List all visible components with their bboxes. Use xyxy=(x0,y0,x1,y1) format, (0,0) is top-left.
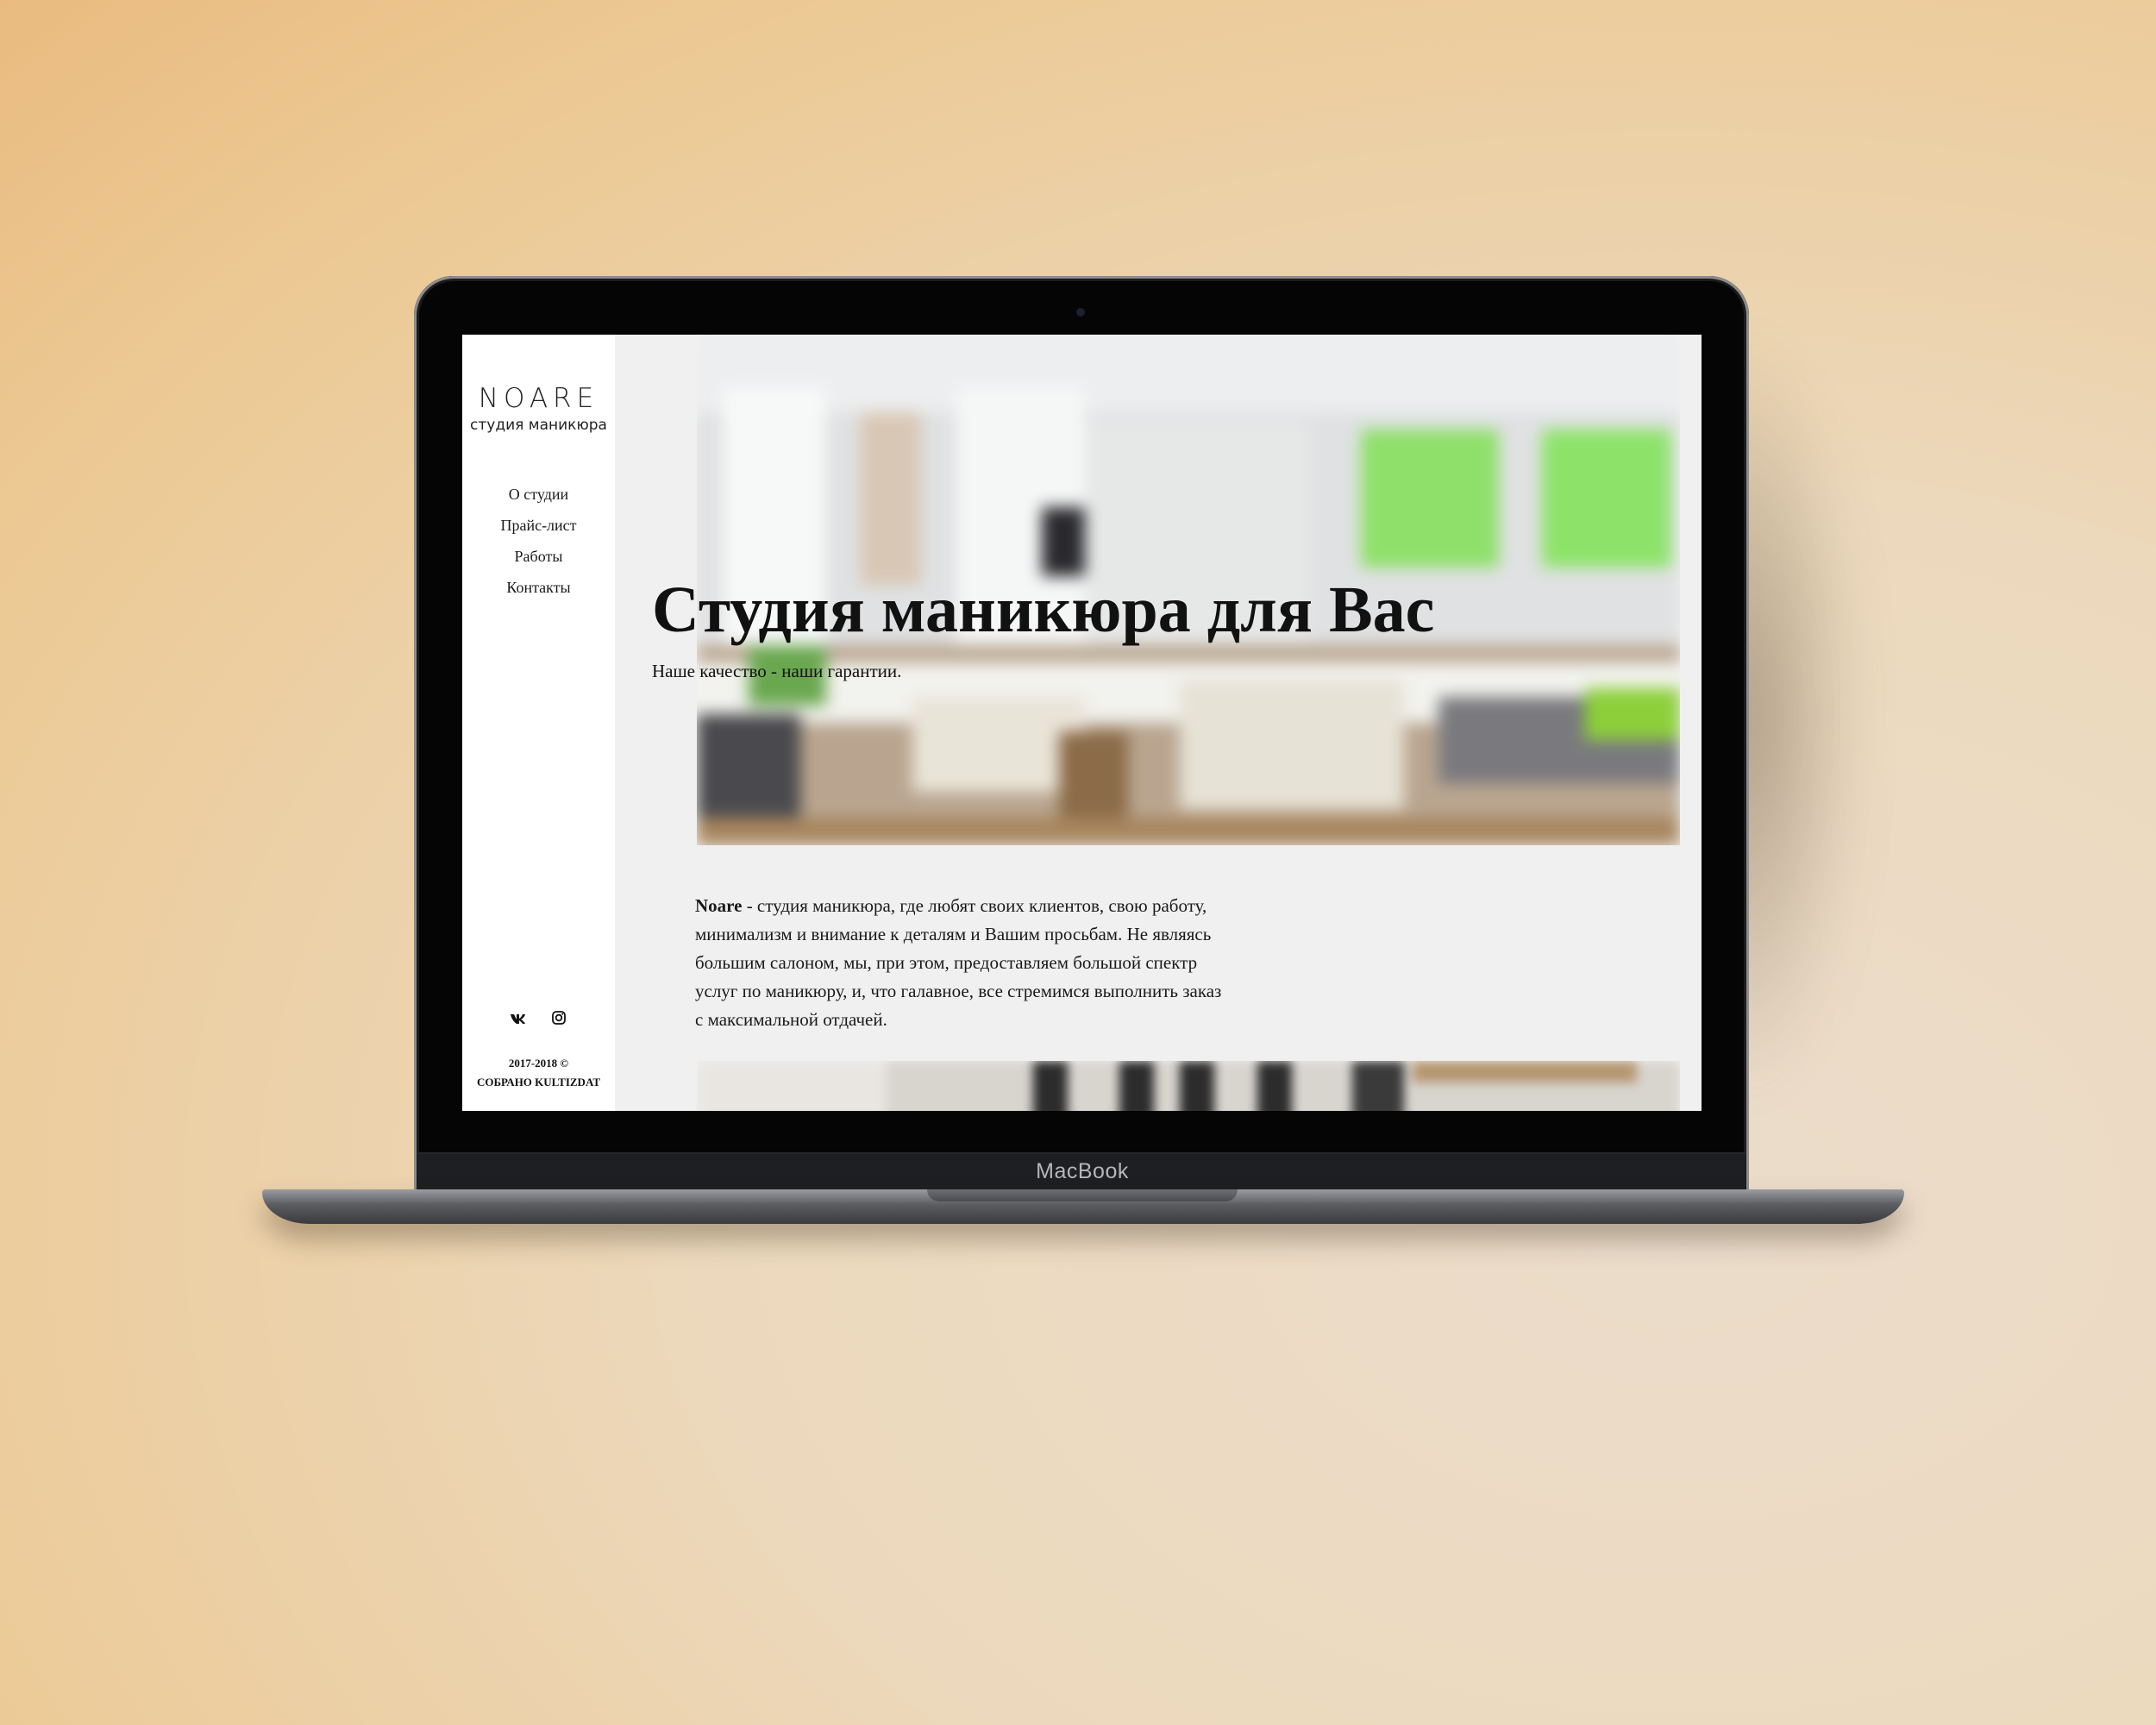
hero-title: Студия маникюра для Вас xyxy=(652,574,1435,646)
sidebar: NOARE студия маникюра О студии Прайс-лис… xyxy=(462,335,615,1111)
copyright: 2017-2018 © СОБРАНО KULTIZDAT xyxy=(462,1054,615,1092)
vk-icon[interactable] xyxy=(510,1009,529,1026)
nav-item-works[interactable]: Работы xyxy=(462,541,615,572)
camera-icon xyxy=(1076,308,1085,317)
main-nav: О студии Прайс-лист Работы Контакты xyxy=(462,479,615,603)
second-photo xyxy=(697,1061,1680,1111)
copyright-credit: СОБРАНО KULTIZDAT xyxy=(476,1076,601,1088)
about-text: - студия маникюра, где любят своих клиен… xyxy=(695,895,1222,1030)
nav-item-pricelist[interactable]: Прайс-лист xyxy=(462,510,615,541)
main-content: Студия маникюра для Вас Наше качество - … xyxy=(615,335,1702,1111)
copyright-years: 2017-2018 © xyxy=(508,1057,569,1070)
nav-item-about[interactable]: О студии xyxy=(462,479,615,510)
browser-viewport: NOARE студия маникюра О студии Прайс-лис… xyxy=(462,335,1702,1111)
site-logo-subtitle: студия маникюра xyxy=(470,417,607,434)
hero-subtitle: Наше качество - наши гарантии. xyxy=(652,661,902,681)
desktop-background: MacBook NOARE студия маникюра О студии П… xyxy=(0,0,2156,1725)
instagram-icon[interactable] xyxy=(549,1009,568,1026)
nav-item-contacts[interactable]: Контакты xyxy=(462,572,615,603)
about-paragraph: Noare - студия маникюра, где любят своих… xyxy=(695,892,1230,1034)
site-logo[interactable]: NOARE xyxy=(462,383,615,414)
laptop-notch xyxy=(927,1189,1238,1201)
device-brand-label: MacBook xyxy=(1036,1159,1129,1183)
about-brand: Noare xyxy=(695,895,743,916)
social-links xyxy=(462,1009,615,1026)
